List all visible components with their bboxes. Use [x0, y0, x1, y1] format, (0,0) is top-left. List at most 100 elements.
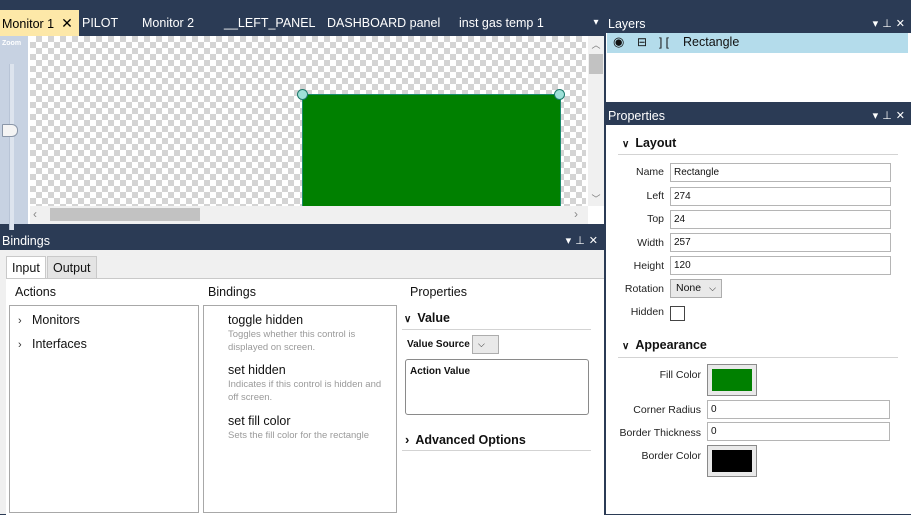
bindings-panel-header: Bindings ▾⊥✕: [0, 232, 606, 250]
layout-section-header[interactable]: ∨ Layout: [622, 136, 676, 150]
close-icon[interactable]: ✕: [61, 15, 73, 31]
chevron-down-icon: ∨: [622, 139, 630, 150]
advanced-options-header[interactable]: › Advanced Options: [405, 432, 526, 447]
tab-overflow-menu-icon[interactable]: ▾: [589, 10, 603, 36]
doc-tab-monitor-1[interactable]: Monitor 1 ✕: [0, 10, 79, 36]
rotation-dropdown[interactable]: None ⌵: [670, 279, 722, 298]
horizontal-scrollbar[interactable]: ‹ ›: [30, 206, 588, 224]
binding-set-fill-color[interactable]: set fill color: [228, 414, 291, 428]
doc-tab-inst-gas-temp-1[interactable]: inst gas temp 1: [459, 10, 544, 36]
dropdown-icon[interactable]: ▾: [873, 110, 883, 122]
doc-tab-dashboard-panel[interactable]: DASHBOARD panel: [327, 10, 440, 36]
expand-bracket-icon[interactable]: ] [: [659, 35, 669, 49]
zoom-rail: Zoom: [0, 36, 28, 230]
chevron-right-icon: ›: [18, 339, 22, 351]
scroll-up-icon[interactable]: ︿: [588, 38, 604, 51]
horizontal-scroll-thumb[interactable]: [50, 208, 200, 221]
doc-tab-left-panel[interactable]: __LEFT_PANEL: [224, 10, 315, 36]
tree-item-monitors[interactable]: › Monitors: [18, 313, 80, 327]
binding-set-hidden[interactable]: set hidden: [228, 363, 286, 377]
chevron-right-icon: ›: [18, 315, 22, 327]
appearance-section-header[interactable]: ∨ Appearance: [622, 338, 707, 352]
binding-properties-title: Properties: [410, 285, 467, 299]
zoom-slider-thumb[interactable]: [2, 124, 18, 137]
scroll-down-icon[interactable]: ﹀: [588, 192, 604, 205]
divider: [618, 154, 898, 155]
divider: [618, 357, 898, 358]
rotation-value: None: [676, 282, 702, 294]
bindings-panel: Bindings ▾⊥✕ Input Output Actions › Monit…: [0, 232, 606, 515]
visibility-eye-icon[interactable]: ◉: [613, 34, 624, 50]
zoom-label: Zoom: [2, 40, 22, 47]
binding-description: Indicates if this control is hidden and …: [228, 379, 382, 403]
panel-window-controls: ▾⊥✕: [566, 232, 602, 250]
rectangle-shape[interactable]: [302, 94, 561, 217]
zoom-slider-track[interactable]: [9, 64, 14, 230]
value-source-label: Value Source: [407, 339, 470, 350]
action-value-box[interactable]: Action Value: [405, 359, 589, 415]
value-section-header[interactable]: ∨ Value: [404, 311, 450, 325]
bindings-title: Bindings: [208, 285, 256, 299]
close-icon[interactable]: ✕: [589, 235, 602, 247]
layer-row[interactable]: ◉ ⊟ ] [ Rectangle: [607, 33, 908, 53]
resize-handle-top-right[interactable]: [554, 89, 565, 100]
actions-title: Actions: [15, 285, 56, 299]
section-label: Advanced Options: [415, 433, 526, 447]
dropdown-icon[interactable]: ▾: [873, 18, 883, 30]
panel-title: Bindings: [2, 234, 50, 248]
doc-tab-monitor-2[interactable]: Monitor 2: [142, 10, 194, 36]
value-source-dropdown[interactable]: ⌵: [472, 335, 499, 354]
layer-name: Rectangle: [683, 35, 740, 49]
binding-toggle-hidden[interactable]: toggle hidden: [228, 313, 303, 327]
tab-output[interactable]: Output: [47, 256, 97, 280]
binding-description: Sets the fill color for the rectangle: [228, 430, 369, 441]
height-label: Height: [633, 260, 664, 272]
close-icon[interactable]: ✕: [896, 110, 909, 122]
scroll-right-icon[interactable]: ›: [574, 207, 578, 221]
pin-icon[interactable]: ⊥: [575, 235, 589, 247]
dropdown-icon[interactable]: ▾: [566, 235, 576, 247]
doc-tab-pilot[interactable]: PILOT: [82, 10, 118, 36]
hidden-label: Hidden: [630, 306, 664, 318]
left-label: Left: [646, 190, 664, 202]
close-icon[interactable]: ✕: [896, 18, 909, 30]
properties-panel: Properties ▾⊥✕ ∨ Layout Name Rectangle Le…: [606, 107, 911, 514]
tree-item-interfaces[interactable]: › Interfaces: [18, 337, 87, 351]
corner-radius-field[interactable]: 0: [707, 400, 890, 419]
name-field[interactable]: Rectangle: [670, 163, 891, 182]
actions-list: › Monitors › Interfaces: [9, 305, 199, 513]
doc-tab-label: Monitor 1: [2, 17, 55, 31]
fill-color-button[interactable]: [707, 364, 757, 396]
lock-icon[interactable]: ⊟: [637, 35, 647, 49]
fill-color-swatch: [712, 369, 752, 391]
border-thickness-field[interactable]: 0: [707, 422, 890, 441]
chevron-down-icon: ∨: [622, 341, 630, 352]
border-color-swatch: [712, 450, 752, 472]
layers-panel-header: Layers ▾⊥✕: [606, 15, 911, 33]
fill-color-label: Fill Color: [659, 369, 701, 381]
section-label: Appearance: [635, 338, 707, 352]
border-color-button[interactable]: [707, 445, 757, 477]
design-canvas: Zoom ︿ ﹀ ‹ ›: [0, 36, 604, 230]
resize-handle-top-left[interactable]: [297, 89, 308, 100]
bindings-list: toggle hidden Toggles whether this contr…: [203, 305, 397, 513]
border-thickness-label: Border Thickness: [619, 427, 701, 439]
pin-icon[interactable]: ⊥: [882, 18, 896, 30]
binding-description: Toggles whether this control is displaye…: [228, 329, 356, 353]
action-value-label: Action Value: [410, 366, 471, 377]
scroll-left-icon[interactable]: ‹: [33, 207, 37, 221]
section-label: Layout: [635, 136, 677, 150]
corner-radius-label: Corner Radius: [633, 404, 701, 416]
divider: [402, 329, 591, 330]
left-field[interactable]: 274: [670, 187, 891, 206]
chevron-down-icon: ⌵: [478, 339, 485, 349]
vertical-scroll-thumb[interactable]: [589, 54, 603, 74]
width-field[interactable]: 257: [670, 233, 891, 252]
panel-title: Layers: [608, 17, 646, 31]
pin-icon[interactable]: ⊥: [882, 110, 896, 122]
tree-item-label: Monitors: [32, 313, 80, 327]
hidden-checkbox[interactable]: [670, 306, 685, 321]
height-field[interactable]: 120: [670, 256, 891, 275]
top-field[interactable]: 24: [670, 210, 891, 229]
vertical-scrollbar[interactable]: ︿ ﹀: [588, 36, 604, 206]
